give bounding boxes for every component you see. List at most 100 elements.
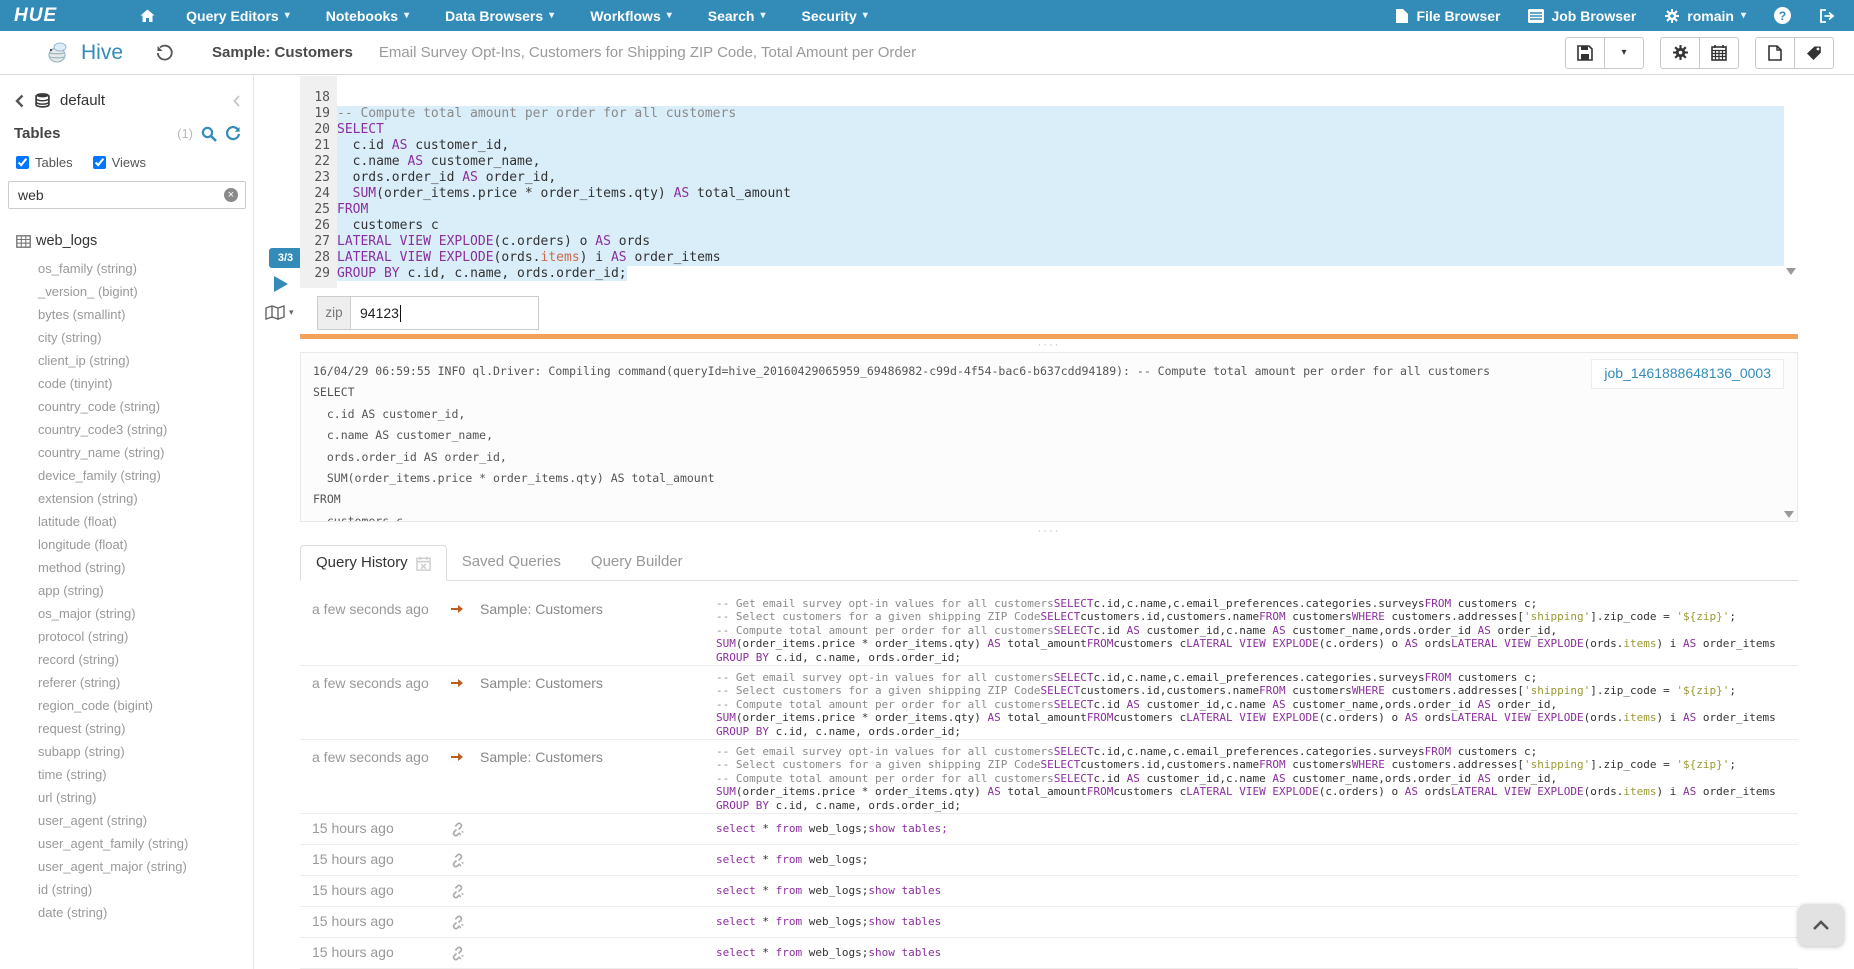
column-item[interactable]: country_code (string) [0,395,253,418]
context-map-dropdown[interactable]: ▾ [265,305,294,320]
app-name[interactable]: Hive [81,41,123,65]
column-item[interactable]: subapp (string) [0,740,253,763]
nav-menu-query-editors[interactable]: Query Editors▾ [186,8,290,24]
tab-query-builder[interactable]: Query Builder [576,544,698,580]
history-row[interactable]: 15 hours agoselect * from web_logs;show … [300,876,1798,907]
log-scrollbar-down-arrow[interactable] [1784,511,1794,518]
search-icon[interactable] [201,126,217,142]
database-name[interactable]: default [60,92,105,109]
settings-button[interactable] [1660,37,1700,69]
nav-menu-workflows[interactable]: Workflows▾ [590,8,672,24]
history-query[interactable]: select * from web_logs;show tables [716,946,1790,959]
execute-button[interactable] [274,276,288,292]
resize-grip[interactable]: ···· [300,527,1798,535]
home-icon [139,8,156,24]
column-item[interactable]: user_agent (string) [0,809,253,832]
column-item[interactable]: city (string) [0,326,253,349]
file-browser-button[interactable]: File Browser [1395,8,1500,24]
tab-saved-queries[interactable]: Saved Queries [447,544,576,580]
history-row[interactable]: a few seconds agoSample: Customers-- Get… [300,592,1798,666]
user-menu[interactable]: romain ▾ [1664,8,1746,24]
scroll-to-top-button[interactable] [1798,904,1844,946]
nav-menu-notebooks[interactable]: Notebooks▾ [326,8,409,24]
column-item[interactable]: device_family (string) [0,464,253,487]
sql-editor[interactable]: 181920212223242526272829 -- Compute tota… [300,76,1798,288]
column-item[interactable]: app (string) [0,579,253,602]
column-item[interactable]: request (string) [0,717,253,740]
history-row[interactable]: 15 hours agoselect * from web_logs;show … [300,938,1798,969]
tables-checkbox[interactable] [16,156,29,169]
history-query[interactable]: -- Get email survey opt-in values for al… [716,671,1790,738]
editor-scrollbar-down-arrow[interactable] [1786,268,1796,275]
column-item[interactable]: bytes (smallint) [0,303,253,326]
history-row[interactable]: 15 hours agoselect * from web_logs; [300,845,1798,876]
column-item[interactable]: client_ip (string) [0,349,253,372]
column-item[interactable]: country_name (string) [0,441,253,464]
nav-menu-label: Notebooks [326,8,398,24]
tab-query-history[interactable]: Query History [300,545,447,581]
query-name: Sample: Customers [212,44,353,61]
chevron-left-icon[interactable] [14,94,25,108]
job-browser-button[interactable]: Job Browser [1528,8,1636,24]
column-item[interactable]: longitude (float) [0,533,253,556]
collapse-sidebar-icon[interactable] [232,95,241,107]
column-item[interactable]: date (string) [0,901,253,924]
history-query[interactable]: select * from web_logs; [716,853,1790,866]
logout-button[interactable] [1819,8,1836,24]
table-search-input[interactable] [8,181,246,209]
hive-logo-icon[interactable] [44,40,71,66]
column-item[interactable]: url (string) [0,786,253,809]
column-item[interactable]: os_family (string) [0,257,253,280]
column-item[interactable]: latitude (float) [0,510,253,533]
history-query[interactable]: select * from web_logs;show tables [716,915,1790,928]
history-icon[interactable] [155,44,174,62]
job-link[interactable]: job_1461888648136_0003 [1604,365,1771,381]
history-query[interactable]: select * from web_logs;show tables [716,884,1790,897]
column-item[interactable]: record (string) [0,648,253,671]
column-item[interactable]: id (string) [0,878,253,901]
nav-menu-data-browsers[interactable]: Data Browsers▾ [445,8,554,24]
history-query[interactable]: -- Get email survey opt-in values for al… [716,597,1790,664]
column-item[interactable]: extension (string) [0,487,253,510]
nav-menu-security[interactable]: Security▾ [802,8,868,24]
history-row[interactable]: a few seconds agoSample: Customers-- Get… [300,740,1798,814]
new-query-button[interactable] [1755,37,1795,69]
variable-zip-input[interactable]: 94123 [351,296,539,330]
column-item[interactable]: time (string) [0,763,253,786]
column-item[interactable]: os_major (string) [0,602,253,625]
column-item[interactable]: code (tinyint) [0,372,253,395]
nav-menu-search[interactable]: Search▾ [708,8,766,24]
history-query[interactable]: select * from web_logs;show tables; [716,822,1790,835]
column-item[interactable]: method (string) [0,556,253,579]
column-item[interactable]: region_code (bigint) [0,694,253,717]
column-item[interactable]: user_agent_family (string) [0,832,253,855]
help-button[interactable]: ? [1774,7,1791,24]
filter-views[interactable]: Views [93,155,146,170]
filter-tables[interactable]: Tables [16,155,73,170]
resize-grip[interactable]: ···· [300,341,1798,349]
table-item-web-logs[interactable]: web_logs [0,209,253,249]
history-row[interactable]: a few seconds agoSample: Customers-- Get… [300,666,1798,740]
save-dropdown-button[interactable]: ▾ [1604,37,1644,69]
tags-button[interactable] [1794,37,1834,69]
column-item[interactable]: user_agent_major (string) [0,855,253,878]
home-button[interactable] [139,8,156,24]
history-row[interactable]: 15 hours agoselect * from web_logs;show … [300,907,1798,938]
chevron-up-icon [1812,919,1830,931]
history-query[interactable]: -- Get email survey opt-in values for al… [716,745,1790,812]
schedule-button[interactable] [1699,37,1739,69]
editor-line: LATERAL VIEW EXPLODE(c.orders) o AS ords [337,234,1784,250]
views-checkbox[interactable] [93,156,106,169]
clear-search-icon[interactable]: × [224,188,238,202]
editor-code-area[interactable]: -- Compute total amount per order for al… [337,76,1784,282]
top-navbar: HUE Query Editors▾ Notebooks▾ Data Browser… [0,0,1854,31]
column-item[interactable]: referer (string) [0,671,253,694]
history-row[interactable]: 15 hours agoselect * from web_logs;show … [300,814,1798,845]
refresh-icon[interactable] [225,126,241,142]
column-item[interactable]: _version_ (bigint) [0,280,253,303]
column-item[interactable]: protocol (string) [0,625,253,648]
column-item[interactable]: country_code3 (string) [0,418,253,441]
calendar-x-icon[interactable] [416,556,431,571]
save-button[interactable] [1565,37,1605,69]
hue-logo[interactable]: HUE [14,5,57,27]
